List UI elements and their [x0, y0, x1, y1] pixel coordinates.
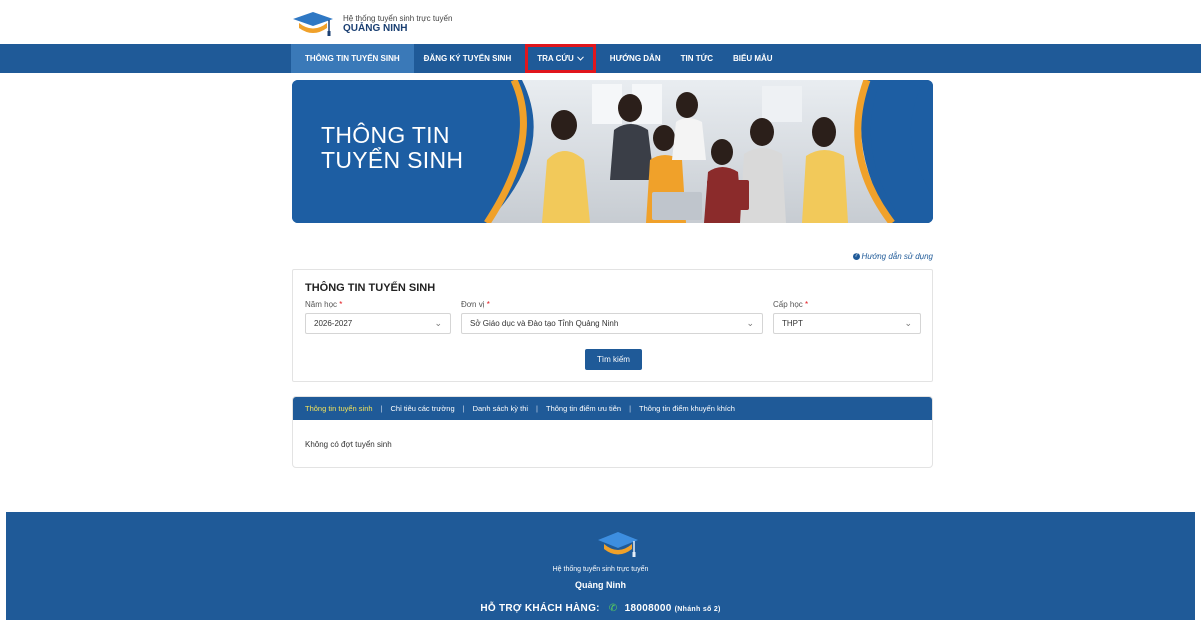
nav-item-guide[interactable]: HƯỚNG DẪN — [600, 44, 671, 73]
nav-item-forms[interactable]: BIỂU MẪU — [723, 44, 783, 73]
nav-label: TIN TỨC — [680, 54, 714, 63]
unit-select[interactable]: Sở Giáo dục và Đào tạo Tỉnh Quảng Ninh ⌄ — [461, 313, 763, 334]
footer-subtitle: Hệ thống tuyển sinh trực tuyến — [552, 566, 649, 573]
level-select[interactable]: THPT ⌄ — [773, 313, 921, 334]
tab-exam-list[interactable]: Danh sách kỳ thi — [473, 404, 528, 413]
chevron-down-icon: ⌄ — [434, 318, 442, 328]
tab-separator: | — [462, 404, 465, 413]
graduation-cap-icon — [293, 12, 333, 36]
chevron-down-icon — [576, 54, 584, 63]
footer-name: Quảng Ninh — [575, 580, 626, 590]
support-phone[interactable]: 18008000 — [625, 603, 672, 614]
support-label: HỖ TRỢ KHÁCH HÀNG: — [480, 603, 600, 614]
unit-label: Đơn vị * — [461, 300, 490, 309]
unit-field: Đơn vị * Sở Giáo dục và Đào tạo Tỉnh Quả… — [461, 300, 763, 334]
results-panel: Thông tin tuyển sinh | Chỉ tiêu các trườ… — [292, 396, 933, 468]
level-label: Cấp học * — [773, 300, 809, 309]
tab-admission-info[interactable]: Thông tin tuyển sinh — [305, 404, 373, 413]
school-year-field: Năm học * 2026-2027 ⌄ — [305, 300, 451, 334]
search-button[interactable]: Tìm kiếm — [585, 349, 642, 370]
tab-school-quotas[interactable]: Chỉ tiêu các trường — [391, 404, 455, 413]
nav-label: TRA CỨU — [537, 54, 574, 63]
nav-label: THÔNG TIN TUYỂN SINH — [305, 54, 400, 63]
info-icon: ? — [852, 253, 860, 260]
logo-subtitle: Hệ thống tuyển sinh trực tuyến — [343, 13, 453, 23]
unit-value: Sở Giáo dục và Đào tạo Tỉnh Quảng Ninh — [470, 319, 619, 328]
tab-bonus-points[interactable]: Thông tin điểm khuyến khích — [639, 404, 735, 413]
search-panel: THÔNG TIN TUYỂN SINH Năm học * 2026-2027… — [292, 269, 933, 382]
tab-separator: | — [380, 404, 383, 413]
hero-banner: THÔNG TIN TUYỂN SINH — [292, 80, 933, 223]
support-phone-note: (Nhánh số 2) — [674, 606, 721, 613]
level-field: Cấp học * THPT ⌄ — [773, 300, 921, 334]
banner-title: THÔNG TIN TUYỂN SINH — [321, 123, 463, 173]
tab-separator: | — [629, 404, 632, 413]
results-tabs: Thông tin tuyển sinh | Chỉ tiêu các trườ… — [293, 397, 932, 420]
support-hotline: HỖ TRỢ KHÁCH HÀNG: ✆ 18008000 (Nhánh số … — [0, 603, 1201, 614]
top-header: Hệ thống tuyển sinh trực tuyến QUẢNG NIN… — [0, 0, 1201, 44]
user-guide-label: Hướng dẫn sử dụng — [861, 252, 933, 261]
phone-icon: ✆ — [608, 603, 618, 614]
banner-title-line2: TUYỂN SINH — [321, 147, 464, 173]
nav-item-admission-info[interactable]: THÔNG TIN TUYỂN SINH — [291, 44, 414, 73]
nav-label: BIỂU MẪU — [733, 54, 773, 63]
nav-item-news[interactable]: TIN TỨC — [671, 44, 723, 73]
school-year-value: 2026-2027 — [314, 319, 353, 328]
main-nav: THÔNG TIN TUYỂN SINH ĐĂNG KÝ TUYỂN SINH … — [0, 44, 1201, 73]
school-year-label: Năm học * — [305, 300, 343, 309]
chevron-down-icon: ⌄ — [904, 318, 912, 328]
tab-priority-points[interactable]: Thông tin điểm ưu tiên — [546, 404, 621, 413]
level-value: THPT — [782, 319, 803, 328]
logo-name: QUẢNG NINH — [343, 22, 408, 34]
nav-label: ĐĂNG KÝ TUYỂN SINH — [423, 54, 512, 63]
search-panel-title: THÔNG TIN TUYỂN SINH — [305, 282, 436, 294]
user-guide-link[interactable]: ? Hướng dẫn sử dụng — [852, 252, 933, 261]
site-logo[interactable]: Hệ thống tuyển sinh trực tuyến QUẢNG NIN… — [291, 10, 452, 38]
nav-item-register[interactable]: ĐĂNG KÝ TUYỂN SINH — [414, 44, 522, 73]
school-year-select[interactable]: 2026-2027 ⌄ — [305, 313, 451, 334]
nav-label: HƯỚNG DẪN — [609, 54, 661, 63]
chevron-down-icon: ⌄ — [746, 318, 754, 328]
empty-message: Không có đợt tuyển sinh — [305, 440, 392, 449]
tab-separator: | — [536, 404, 538, 413]
nav-item-lookup[interactable]: TRA CỨU — [525, 44, 596, 73]
banner-title-line1: THÔNG TIN — [321, 122, 450, 148]
graduation-cap-icon — [598, 532, 638, 557]
